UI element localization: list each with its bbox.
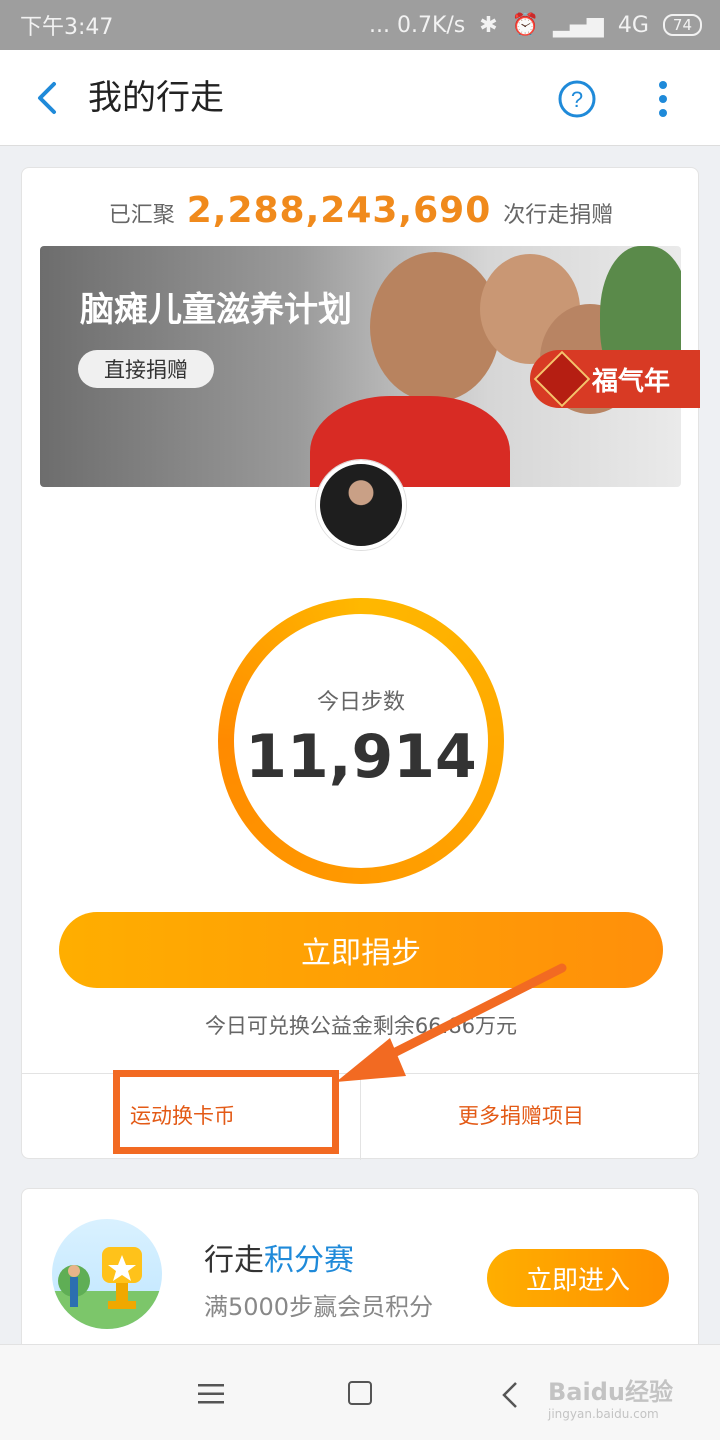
svg-text:?: ? bbox=[571, 87, 583, 112]
avatar bbox=[316, 460, 406, 550]
promo-subtitle: 满5000步赢会员积分 bbox=[204, 1293, 434, 1321]
menu-icon[interactable] bbox=[198, 1383, 224, 1405]
status-bar: 下午3:47 ... 0.7K/s ✱ ⏰ ▂▄▆ 4G 74 bbox=[0, 0, 720, 50]
top-bar: 我的行走 ? bbox=[0, 50, 720, 146]
page-title: 我的行走 bbox=[88, 78, 224, 118]
trophy-icon bbox=[52, 1219, 162, 1329]
banner-title: 脑瘫儿童滋养计划 bbox=[80, 290, 352, 330]
enter-now-button[interactable]: 立即进入 bbox=[487, 1249, 669, 1307]
more-projects-link[interactable]: 更多捐赠项目 bbox=[458, 1100, 584, 1130]
steps-ring: 今日步数 11,914 bbox=[218, 598, 504, 884]
donation-total: 2,288,243,690 bbox=[186, 190, 492, 231]
home-icon[interactable] bbox=[348, 1381, 372, 1405]
seal-icon bbox=[533, 350, 591, 408]
question-circle-icon[interactable]: ? bbox=[557, 79, 597, 119]
fortune-year-badge[interactable]: 福气年 bbox=[530, 350, 700, 408]
alarm-icon: ⏰ bbox=[511, 12, 540, 38]
annotation-highlight-box bbox=[113, 1070, 339, 1154]
summary-suffix: 次行走捐赠 bbox=[503, 203, 614, 228]
summary-prefix: 已汇聚 bbox=[108, 203, 175, 228]
steps-count: 11,914 bbox=[245, 722, 477, 792]
baidu-watermark: Baidu经验 jingyan.baidu.com bbox=[548, 1372, 698, 1428]
network-speed: ... 0.7K/s bbox=[368, 12, 466, 38]
promo-title-prefix: 行走 bbox=[204, 1243, 264, 1278]
signal-icon: ▂▄▆ bbox=[553, 12, 604, 38]
more-vertical-icon[interactable] bbox=[645, 79, 681, 119]
badge-label: 福气年 bbox=[592, 366, 671, 397]
chevron-left-icon[interactable] bbox=[28, 78, 68, 118]
steps-label: 今日步数 bbox=[316, 690, 405, 715]
points-race-card[interactable]: 行走积分赛 满5000步赢会员积分 立即进入 bbox=[21, 1188, 699, 1358]
steps-ring-inner: 今日步数 11,914 bbox=[234, 614, 488, 868]
network-type: 4G bbox=[617, 12, 649, 38]
promo-title-highlight: 积分赛 bbox=[264, 1243, 354, 1278]
annotation-arrow-icon bbox=[336, 963, 567, 1082]
direct-donate-button[interactable]: 直接捐赠 bbox=[78, 350, 214, 388]
watermark-url: jingyan.baidu.com bbox=[548, 1407, 659, 1421]
banner-photo-child bbox=[370, 252, 500, 402]
status-indicators: ... 0.7K/s ✱ ⏰ ▂▄▆ 4G 74 bbox=[369, 13, 702, 38]
status-time: 下午3:47 bbox=[20, 15, 114, 40]
bluetooth-icon: ✱ bbox=[479, 12, 498, 38]
battery-icon: 74 bbox=[662, 14, 702, 36]
promo-title: 行走积分赛 bbox=[204, 1235, 354, 1279]
watermark-logo: Baidu经验 bbox=[548, 1378, 673, 1406]
back-icon[interactable] bbox=[500, 1381, 520, 1409]
donation-summary: 已汇聚 2,288,243,690 次行走捐赠 bbox=[22, 190, 700, 231]
